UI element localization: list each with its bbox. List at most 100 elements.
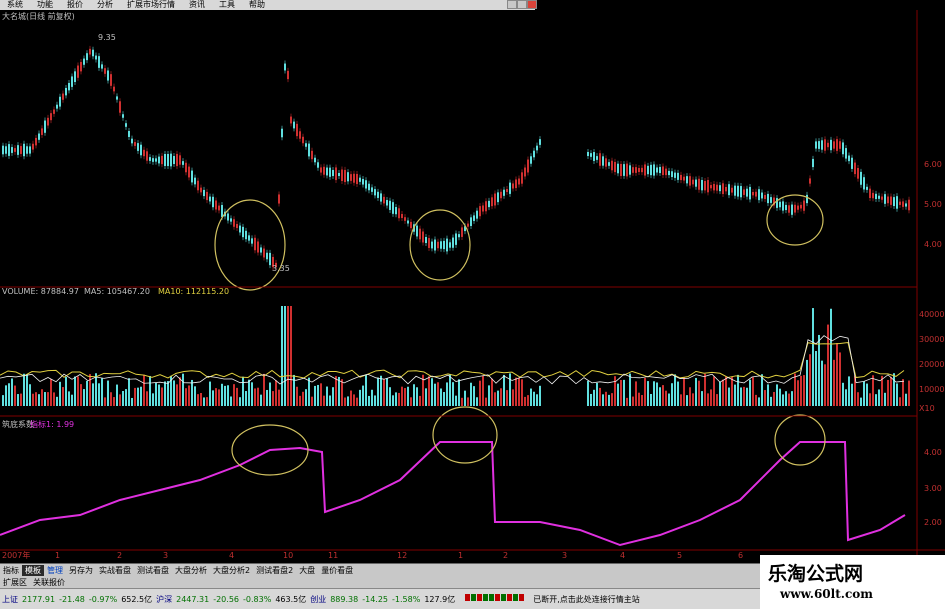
volume-bar (683, 377, 685, 406)
volume-bar (197, 394, 199, 406)
volume-bar (275, 380, 277, 406)
volume-bar (671, 383, 673, 406)
candle-body (119, 101, 121, 113)
tab[interactable]: 管理 (44, 565, 66, 576)
tab[interactable]: 指标 (0, 565, 22, 576)
tab[interactable]: 测试看盘2 (253, 565, 296, 576)
volume-bar (629, 373, 631, 406)
candle-body (263, 248, 265, 258)
candle-body (23, 143, 25, 157)
indicator-axis-label: 3.00 (924, 484, 942, 493)
volume-bar (761, 374, 763, 406)
candle-body (245, 230, 247, 240)
volume-bar (473, 386, 475, 406)
candle-body (863, 177, 865, 190)
close-button[interactable] (527, 0, 537, 9)
time-axis-label: 2 (117, 551, 123, 560)
volume-bar (161, 387, 163, 406)
candle-body (107, 70, 109, 81)
volume-bar (824, 364, 826, 406)
indicator-label: 指标1: 1.99 (30, 420, 75, 429)
candle-body (656, 167, 658, 173)
menu-item[interactable]: 资讯 (182, 0, 212, 10)
menu-item[interactable]: 功能 (30, 0, 60, 10)
candle-body (608, 162, 610, 166)
volume-bar (614, 376, 616, 406)
volume-bar (833, 359, 835, 406)
volume-bar (518, 377, 520, 406)
volume-bar (818, 334, 820, 406)
candle-body (59, 96, 61, 107)
candle-body (143, 149, 145, 157)
volume-bar (434, 383, 436, 406)
volume-bar (38, 394, 40, 406)
volume-bar (644, 377, 646, 406)
volume-bar (350, 390, 352, 406)
volume-bar (152, 393, 154, 406)
volume-bar (737, 374, 739, 406)
tab[interactable]: 实战看盘 (96, 565, 134, 576)
candle-body (50, 113, 52, 121)
menu-item[interactable]: 工具 (212, 0, 242, 10)
menu-item[interactable]: 报价 (60, 0, 90, 10)
candle-body (770, 197, 772, 203)
volume-bar (20, 393, 22, 406)
volume-bar (677, 381, 679, 406)
candle-body (470, 217, 472, 226)
candle-body (878, 195, 880, 199)
tab[interactable]: 另存为 (66, 565, 96, 576)
tab[interactable]: 大盘 (296, 565, 318, 576)
tab[interactable]: 量价看盘 (318, 565, 356, 576)
candle-body (890, 196, 892, 205)
volume-bar (809, 354, 811, 406)
menu-item[interactable]: 扩展市场行情 (120, 0, 182, 10)
menu-item[interactable]: 帮助 (242, 0, 272, 10)
candle-body (347, 172, 349, 182)
volume-bar (662, 385, 664, 406)
volume-bar (458, 379, 460, 406)
sh-name: 上证 (2, 594, 18, 604)
candle-body (41, 128, 43, 135)
candle-body (701, 180, 703, 191)
candle-body (374, 189, 376, 196)
volume-bar (212, 390, 214, 406)
connection-status[interactable]: 已断开,点击此处连接行情主站 (533, 594, 640, 605)
volume-bar (593, 389, 595, 406)
volume-bar (767, 384, 769, 406)
tab[interactable]: 大盘分析 (172, 565, 210, 576)
candle-body (830, 139, 832, 151)
candle-body (506, 188, 508, 193)
menu-item[interactable]: 分析 (90, 0, 120, 10)
candle-body (380, 193, 382, 202)
candle-body (425, 236, 427, 244)
candle-body (191, 170, 193, 183)
candle-body (95, 55, 97, 60)
volume-bar (863, 381, 865, 406)
candle-body (329, 167, 331, 177)
tab[interactable]: 测试看盘 (134, 565, 172, 576)
volume-bar (80, 384, 82, 406)
candle-body (320, 167, 322, 173)
candle-body (338, 172, 340, 177)
tab[interactable]: 扩展区 (0, 577, 30, 588)
candle-body (125, 123, 127, 127)
maximize-button[interactable] (517, 0, 527, 9)
volume-bar (698, 380, 700, 406)
candle-body (182, 161, 184, 165)
volume-bar (611, 393, 613, 406)
volume-bar (392, 395, 394, 406)
ma10-line (0, 341, 905, 379)
volume-bar (224, 385, 226, 406)
candle-body (38, 133, 40, 140)
time-axis-label: 4 (620, 551, 626, 560)
volume-bar (638, 392, 640, 406)
minimize-button[interactable] (507, 0, 517, 9)
tab[interactable]: 模板 (22, 564, 44, 576)
menu-item[interactable]: 系统 (0, 0, 30, 10)
tab[interactable]: 关联报价 (30, 577, 68, 588)
candle-body (905, 203, 907, 207)
candle-body (299, 131, 301, 139)
volume-bar (857, 392, 859, 406)
tab[interactable]: 大盘分析2 (210, 565, 253, 576)
candle-body (392, 202, 394, 214)
